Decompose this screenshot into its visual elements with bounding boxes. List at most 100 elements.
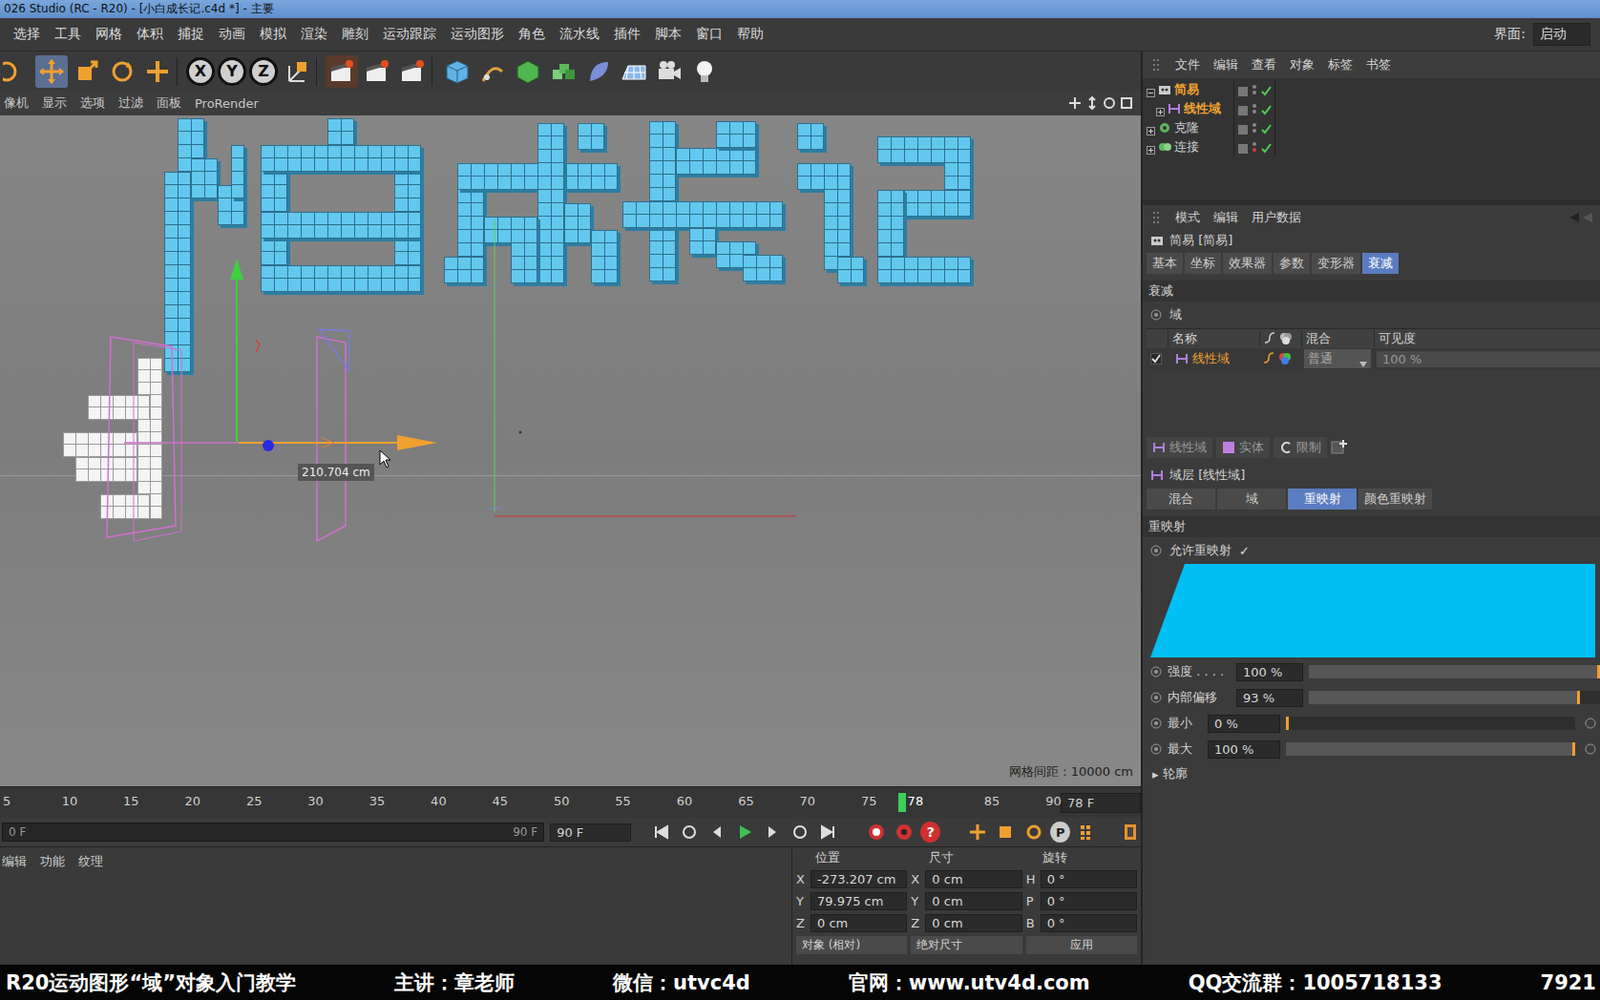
- cube-button[interactable]: [441, 55, 474, 88]
- coord-field[interactable]: 79.975 cm: [810, 892, 907, 911]
- next-frame-button[interactable]: [760, 821, 783, 844]
- autokey-button[interactable]: [892, 821, 915, 844]
- attribute-tab[interactable]: 效果器: [1222, 252, 1272, 274]
- menu-item[interactable]: 选择: [13, 25, 41, 43]
- field-name[interactable]: 线性域: [1192, 350, 1230, 368]
- coord-field[interactable]: 0 cm: [810, 914, 907, 933]
- render-button[interactable]: [396, 55, 429, 88]
- menu-item[interactable]: 体积: [136, 25, 164, 43]
- light-button[interactable]: [688, 55, 721, 88]
- menu-item[interactable]: 角色: [518, 25, 546, 43]
- current-frame-field[interactable]: 78 F: [1060, 793, 1141, 814]
- render-button[interactable]: [360, 55, 394, 88]
- param-field[interactable]: 0 %: [1207, 715, 1281, 734]
- field-row[interactable]: 线性域 普通 100 %: [1146, 348, 1600, 370]
- coordinate-system-button[interactable]: [280, 55, 314, 88]
- menu-item[interactable]: 模拟: [259, 25, 287, 43]
- param-slider[interactable]: [1285, 716, 1576, 731]
- key-point-button[interactable]: [1075, 821, 1098, 844]
- object-row[interactable]: 线性域: [1142, 99, 1600, 119]
- coord-mode-dropdown[interactable]: 绝对尺寸: [910, 936, 1022, 955]
- param-field[interactable]: 93 %: [1236, 689, 1304, 708]
- visibility-field[interactable]: 100 %: [1376, 351, 1600, 368]
- layer-tab[interactable]: 颜色重映射: [1358, 488, 1432, 510]
- cube-letter[interactable]: [622, 121, 624, 123]
- play-button[interactable]: [733, 821, 756, 844]
- layout-value[interactable]: 启动: [1533, 22, 1591, 46]
- render-button[interactable]: [325, 55, 358, 88]
- apply-button[interactable]: 应用: [1026, 936, 1137, 955]
- menu-item[interactable]: 脚本: [654, 25, 682, 43]
- coord-field[interactable]: 0 cm: [925, 914, 1022, 933]
- object-menu-item[interactable]: 编辑: [1213, 56, 1239, 74]
- key-param-button[interactable]: P: [1050, 821, 1071, 843]
- attribute-menu-item[interactable]: 用户数据: [1251, 209, 1302, 227]
- animating-cubes[interactable]: [63, 357, 64, 359]
- menu-item[interactable]: 运动图形: [450, 25, 505, 43]
- cube-letter[interactable]: [443, 123, 445, 125]
- key-scale-button[interactable]: [994, 821, 1017, 844]
- object-name[interactable]: 克隆: [1174, 119, 1200, 137]
- add-field-button[interactable]: 线性域: [1146, 437, 1213, 459]
- coord-field[interactable]: 0 °: [1040, 892, 1137, 911]
- object-row[interactable]: 连接: [1142, 137, 1600, 157]
- pen-button[interactable]: [476, 55, 509, 88]
- floor-button[interactable]: [617, 55, 651, 88]
- frame-range-slider[interactable]: 0 F90 F: [1, 822, 545, 843]
- axis-lock-button[interactable]: Z: [249, 57, 278, 86]
- add-field-button[interactable]: 实体: [1216, 437, 1270, 459]
- param-slider[interactable]: [1308, 691, 1600, 705]
- menu-item[interactable]: 雕刻: [341, 25, 369, 43]
- go-end-button[interactable]: [817, 821, 840, 844]
- material-menu-item[interactable]: 功能: [40, 853, 65, 871]
- coord-mode-dropdown[interactable]: 对象 (相对): [796, 936, 907, 955]
- viewport-menu-item[interactable]: 过滤: [118, 94, 144, 112]
- loop-button[interactable]: [789, 821, 812, 844]
- coord-field[interactable]: 0 cm: [925, 892, 1022, 911]
- material-menu-item[interactable]: 纹理: [78, 853, 104, 871]
- menu-item[interactable]: 插件: [613, 25, 641, 43]
- subdivision-button[interactable]: [511, 55, 545, 88]
- menu-item[interactable]: 运动跟踪: [382, 25, 437, 43]
- menu-item[interactable]: 窗口: [695, 25, 723, 43]
- menu-item[interactable]: 帮助: [736, 25, 764, 43]
- attribute-tab[interactable]: 衰减: [1362, 252, 1399, 274]
- deformer-button[interactable]: [582, 55, 615, 88]
- menu-item[interactable]: 捕捉: [177, 25, 205, 43]
- help-button[interactable]: ?: [920, 821, 941, 843]
- key-rotation-button[interactable]: [1022, 821, 1045, 844]
- add-field-button[interactable]: 限制: [1273, 437, 1327, 459]
- object-name[interactable]: 连接: [1174, 138, 1200, 156]
- max-frame-field[interactable]: 90 F: [549, 823, 632, 843]
- outline-group[interactable]: ▸轮廓: [1142, 763, 1600, 785]
- key-position-button[interactable]: [967, 821, 990, 844]
- playhead[interactable]: [898, 793, 906, 813]
- axis-lock-button[interactable]: Y: [217, 57, 247, 86]
- viewport-menu-item[interactable]: 显示: [42, 94, 67, 112]
- layout-selector[interactable]: 界面:启动: [1494, 22, 1591, 46]
- allow-remap-check[interactable]: ✓: [1239, 544, 1250, 559]
- attribute-menu-item[interactable]: 模式: [1175, 209, 1200, 227]
- camera-button[interactable]: [652, 55, 686, 88]
- timeline-ruler[interactable]: 51015202530354045505560657075859078: [0, 787, 1055, 819]
- layer-tab[interactable]: 重映射: [1287, 488, 1357, 510]
- layer-tab[interactable]: 域: [1217, 488, 1286, 510]
- axis-lock-button[interactable]: X: [186, 57, 215, 86]
- coord-field[interactable]: 0 cm: [925, 870, 1022, 889]
- object-name[interactable]: 简易: [1174, 81, 1200, 99]
- menu-item[interactable]: 渲染: [300, 25, 328, 43]
- menu-item[interactable]: 网格: [95, 25, 123, 43]
- viewport-menu-item[interactable]: 选项: [80, 94, 106, 112]
- object-row[interactable]: 克隆: [1142, 118, 1600, 138]
- allow-remap-row[interactable]: 允许重映射✓: [1142, 540, 1600, 562]
- rotate-button[interactable]: [105, 55, 139, 88]
- attribute-menu-item[interactable]: 编辑: [1213, 209, 1239, 227]
- cube-letter[interactable]: [164, 118, 166, 120]
- viewport-menu-item[interactable]: 像机: [3, 94, 29, 112]
- menu-item[interactable]: 流水线: [559, 25, 600, 43]
- object-menu-item[interactable]: 标签: [1327, 56, 1353, 74]
- cube-letter[interactable]: [797, 123, 799, 125]
- param-slider[interactable]: [1308, 665, 1600, 679]
- blend-dropdown[interactable]: 普通: [1304, 349, 1371, 369]
- field-gizmo[interactable]: [0, 115, 1141, 787]
